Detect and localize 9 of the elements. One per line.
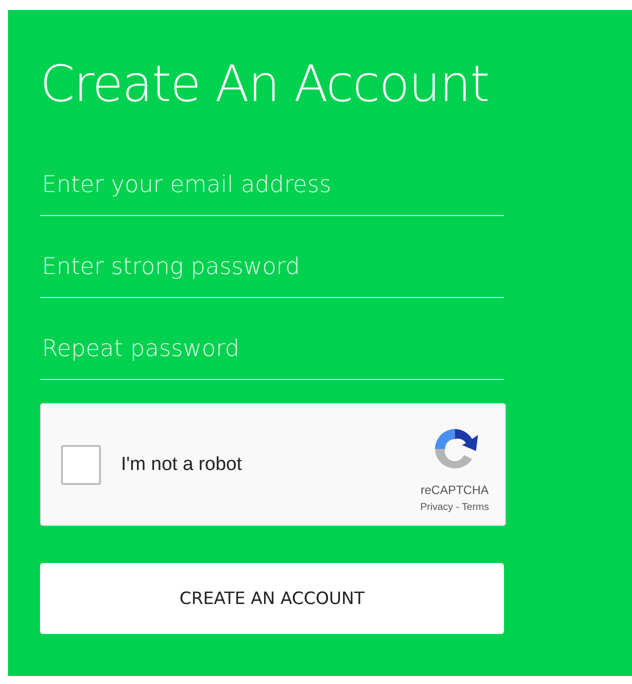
recaptcha-brand: reCAPTCHA [420, 482, 489, 496]
robot-checkbox[interactable] [61, 444, 101, 484]
page-title: Create An Account [40, 54, 490, 115]
input-field[interactable]: Repeat password [40, 328, 504, 380]
privacy-terms-links[interactable]: Privacy - Terms [420, 502, 489, 512]
input-field[interactable]: Enter strong password [40, 246, 504, 298]
captcha-label: I'm not a robot [121, 454, 243, 476]
input-field[interactable]: Enter your email address [40, 164, 504, 216]
create-account-button[interactable]: CREATE AN ACCOUNT [40, 563, 504, 634]
